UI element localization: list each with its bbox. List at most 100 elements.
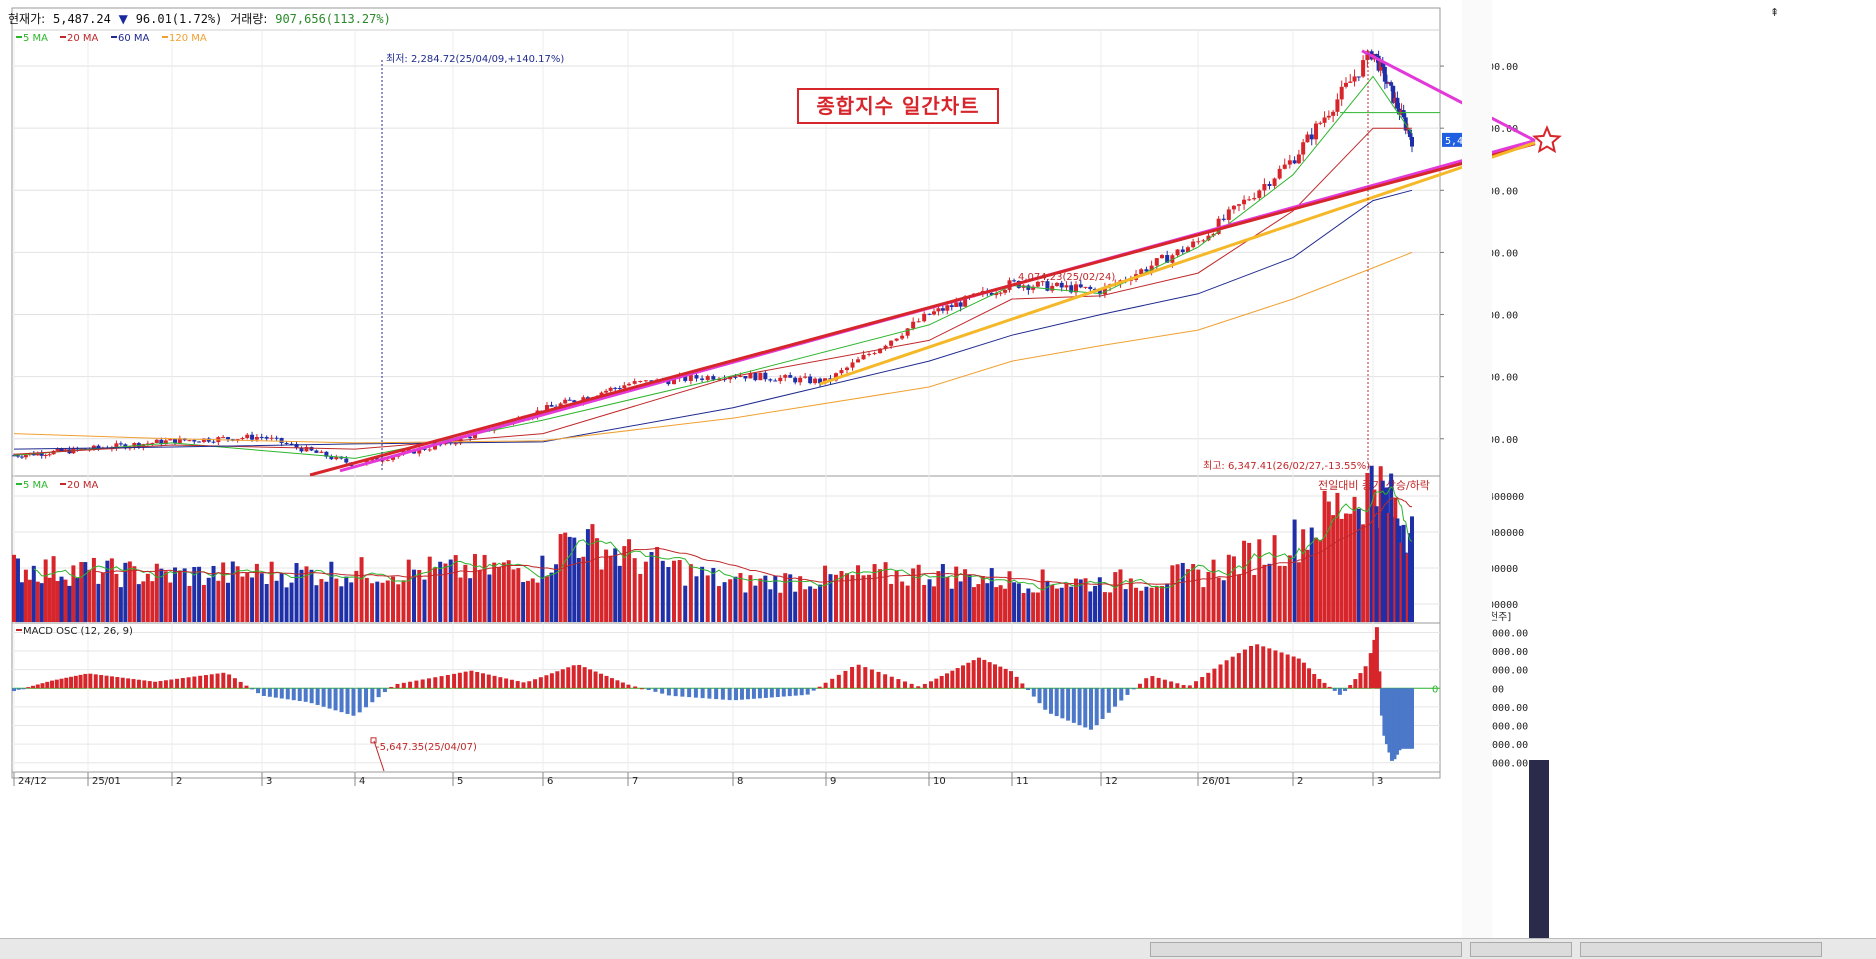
volume-bar xyxy=(427,556,432,622)
macd-legend-label: MACD OSC (12, 26, 9) xyxy=(23,626,133,637)
current-price-value: 5,487.24 xyxy=(53,12,111,26)
volume-bar xyxy=(1175,564,1180,622)
volume-bar xyxy=(339,586,344,622)
candle-body xyxy=(1339,86,1344,100)
volume-bar xyxy=(1134,587,1139,622)
volume-bar xyxy=(711,567,716,622)
macd-bar xyxy=(12,688,16,692)
volume-bar xyxy=(617,565,622,622)
macd-bar xyxy=(445,674,450,689)
volume-bar xyxy=(1296,562,1301,622)
macd-bar xyxy=(1236,653,1241,689)
volume-bar xyxy=(501,562,506,622)
volume-bar xyxy=(850,575,855,622)
volume-bar xyxy=(448,559,453,622)
volume-bar xyxy=(150,581,155,622)
macd-bar xyxy=(1106,688,1111,713)
candle-body xyxy=(1088,286,1093,290)
candle-body xyxy=(1221,218,1226,220)
ma-line-120ma xyxy=(13,251,1413,444)
macd-bar xyxy=(769,688,774,698)
candle-body xyxy=(47,454,52,456)
macd-bar xyxy=(1150,676,1155,689)
macd-bar xyxy=(1255,644,1260,689)
volume-label: 거래량: xyxy=(230,12,268,26)
macd-bar xyxy=(1212,668,1217,689)
volume-bar xyxy=(833,574,838,622)
volume-bar xyxy=(1154,586,1159,622)
macd-bar xyxy=(916,686,921,689)
candle-body xyxy=(225,437,230,440)
macd-bar xyxy=(993,664,997,689)
chart-canvas[interactable]: 6,200.005,600.005,000.004,400.003,800.00… xyxy=(0,0,1876,958)
candle-body xyxy=(949,305,954,308)
volume-bar xyxy=(344,576,349,622)
scroll-track[interactable] xyxy=(1150,942,1462,957)
candle-body xyxy=(758,372,763,381)
volume-bar xyxy=(87,569,92,622)
macd-bar xyxy=(1200,677,1205,689)
volume-bar xyxy=(468,578,473,622)
volume-bar xyxy=(803,589,808,622)
candle-body xyxy=(998,292,1003,294)
macd-bar xyxy=(727,688,732,701)
macd-bar xyxy=(566,667,571,689)
macd-bar xyxy=(1137,683,1142,689)
volume-bar xyxy=(417,569,422,622)
volume-bar xyxy=(861,575,866,622)
volume-bar xyxy=(1331,515,1336,622)
macd-bar xyxy=(883,674,888,689)
volume-bar xyxy=(748,575,753,622)
macd-bar xyxy=(1060,688,1065,719)
macd-bar xyxy=(680,688,685,697)
candle-body xyxy=(1267,183,1272,186)
candle-body xyxy=(1322,117,1327,123)
volume-bar xyxy=(1191,563,1196,622)
zoom-slider[interactable] xyxy=(1470,942,1572,957)
volume-bar xyxy=(688,564,693,622)
macd-bar xyxy=(1162,679,1167,689)
macd-bar xyxy=(88,673,93,689)
volume-bar xyxy=(1069,586,1074,622)
volume-bar xyxy=(477,570,482,622)
macd-bar xyxy=(256,688,261,694)
month-label: 6 xyxy=(547,776,553,787)
volume-bar xyxy=(1361,524,1366,622)
candle-body xyxy=(1389,82,1394,86)
macd-bar xyxy=(1194,681,1199,689)
macd-bar xyxy=(469,670,474,689)
volume-bar xyxy=(177,570,182,622)
volume-bar xyxy=(1059,587,1064,622)
macd-bar xyxy=(1071,688,1076,723)
macd-bar xyxy=(40,683,45,689)
candle-body xyxy=(954,302,959,308)
volume-bar xyxy=(15,558,20,622)
macd-bar xyxy=(929,681,933,689)
volume-bar xyxy=(154,563,159,622)
volume-bar xyxy=(1128,578,1133,622)
macd-bar xyxy=(64,677,69,689)
macd-bar xyxy=(227,674,232,689)
trendline-red xyxy=(309,142,1536,477)
volume-bar xyxy=(250,577,255,622)
volume-bar xyxy=(931,586,936,622)
macd-bar xyxy=(1224,660,1229,689)
collapse-icon[interactable]: ⇞ xyxy=(1770,6,1779,19)
candle-body xyxy=(733,376,738,378)
macd-bar xyxy=(420,679,425,689)
candle-body xyxy=(1012,280,1017,282)
volume-bar xyxy=(406,559,411,622)
volume-bar xyxy=(391,576,396,622)
macd-bar xyxy=(1377,671,1382,689)
macd-bar xyxy=(1083,688,1088,728)
macd-bar xyxy=(1358,673,1363,689)
candle-body xyxy=(922,313,927,322)
macd-bar xyxy=(922,683,927,689)
bottom-scrollbar[interactable] xyxy=(0,938,1876,959)
volume-bar xyxy=(604,549,609,622)
volume-bar xyxy=(43,559,48,622)
volume-bar xyxy=(1236,574,1241,622)
macd-bar xyxy=(836,674,841,689)
candle-body xyxy=(813,378,818,384)
toolbar-buttons[interactable] xyxy=(1580,942,1822,957)
